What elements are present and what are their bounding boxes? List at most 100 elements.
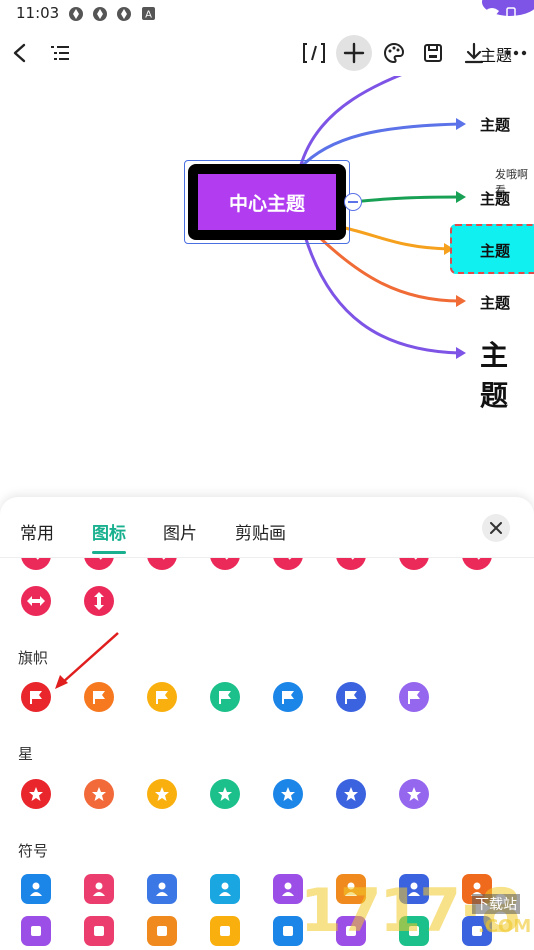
arrow-up-down-icon[interactable] — [84, 586, 114, 616]
a-badge-icon: A — [142, 7, 155, 20]
toolbar: 主题 — [0, 30, 534, 76]
topic-node[interactable]: 主题 — [480, 114, 510, 135]
watermark-tag: 下载站 — [472, 894, 520, 914]
star-icon[interactable] — [84, 779, 114, 809]
arrow-icon — [414, 558, 418, 560]
arrow-left-right-icon[interactable] — [21, 586, 51, 616]
flag-icon — [282, 691, 294, 704]
tab-common[interactable]: 常用 — [20, 519, 54, 544]
arrow-icon[interactable] — [84, 558, 114, 570]
arrow-icon[interactable] — [336, 558, 366, 570]
arrow-icon — [351, 558, 355, 560]
outline-button[interactable] — [42, 35, 78, 71]
star-icon — [155, 787, 169, 801]
annotation-arrow — [55, 632, 119, 689]
connector-lines — [298, 76, 466, 359]
symbol-glyph-icon — [31, 926, 41, 936]
flag-icon[interactable] — [21, 682, 51, 712]
star-icon[interactable] — [210, 779, 240, 809]
star-icon[interactable] — [21, 779, 51, 809]
star-icon[interactable] — [336, 779, 366, 809]
star-icon — [92, 787, 106, 801]
flag-icon[interactable] — [273, 682, 303, 712]
symbol-icon[interactable] — [21, 874, 51, 904]
arrow-icon[interactable] — [210, 558, 240, 570]
back-arrow-icon — [13, 43, 26, 63]
back-button[interactable] — [2, 35, 38, 71]
flag-icon — [345, 691, 357, 704]
tab-clipart[interactable]: 剪贴画 — [235, 519, 286, 544]
close-icon — [490, 522, 502, 534]
star-icon[interactable] — [399, 779, 429, 809]
style-button[interactable] — [376, 35, 412, 71]
symbol-icon[interactable] — [273, 916, 303, 946]
status-bar: 11:03 A — [0, 0, 534, 28]
add-topic-button[interactable] — [336, 35, 372, 71]
star-icon[interactable] — [273, 779, 303, 809]
arrow-icon — [99, 558, 103, 560]
flag-icon[interactable] — [147, 682, 177, 712]
person-icon — [93, 882, 105, 896]
star-icon — [281, 787, 295, 801]
symbol-icon[interactable] — [21, 916, 51, 946]
flag-icon[interactable] — [210, 682, 240, 712]
status-time: 11:03 — [16, 4, 60, 22]
wifi-icon — [485, 8, 499, 20]
arrow-icon[interactable] — [273, 558, 303, 570]
arrow-icon[interactable] — [462, 558, 492, 570]
plus-icon — [343, 42, 365, 64]
selected-topic-label: 主题 — [480, 242, 511, 260]
person-icon — [282, 882, 294, 896]
flag-icon[interactable] — [336, 682, 366, 712]
topic-node[interactable]: 主题 — [480, 188, 510, 209]
active-tab-indicator — [92, 551, 126, 554]
star-icon — [218, 787, 232, 801]
arrow-icon — [288, 558, 292, 560]
section-flag-label: 旗帜 — [18, 649, 49, 667]
arrow-icon[interactable] — [21, 558, 51, 570]
symbol-icon[interactable] — [84, 874, 114, 904]
watermark-suffix: .COM — [478, 916, 532, 937]
minus-icon — [348, 201, 358, 203]
arrow-icon — [36, 558, 40, 560]
symbol-icon[interactable] — [273, 874, 303, 904]
app-notification-icon — [93, 7, 107, 21]
topic-node-large[interactable]: 主题 — [480, 334, 534, 414]
section-star-label: 星 — [18, 745, 34, 763]
tab-icons[interactable]: 图标 — [92, 519, 126, 544]
symbol-icon[interactable] — [210, 874, 240, 904]
selected-topic-node[interactable]: 主题 — [450, 224, 534, 274]
symbol-icon[interactable] — [210, 916, 240, 946]
symbol-glyph-icon — [157, 926, 167, 936]
symbol-icon[interactable] — [84, 916, 114, 946]
flag-icon — [219, 691, 231, 704]
section-symbol-label: 符号 — [18, 842, 49, 860]
person-icon — [156, 882, 168, 896]
double-arrow-vertical-icon — [94, 592, 104, 610]
app-notification-icon — [69, 7, 83, 21]
topic-node[interactable]: 主题 — [480, 292, 510, 313]
central-topic[interactable]: 中心主题 — [188, 164, 346, 240]
tab-images[interactable]: 图片 — [163, 519, 197, 544]
watermark: 1717·8 .COM 下载站 — [300, 876, 534, 950]
arrow-icon — [225, 558, 229, 560]
symbol-glyph-icon — [220, 926, 230, 936]
arrow-icon[interactable] — [399, 558, 429, 570]
symbol-glyph-icon — [94, 926, 104, 936]
summary-bracket-icon — [303, 43, 325, 63]
star-icon[interactable] — [147, 779, 177, 809]
summary-button[interactable] — [296, 35, 332, 71]
symbol-icon[interactable] — [147, 916, 177, 946]
arrow-icon — [162, 558, 166, 560]
save-button[interactable] — [415, 35, 451, 71]
double-arrow-horizontal-icon — [27, 596, 45, 606]
mindmap-canvas[interactable]: 中心主题 主题 发哦啊看 主题 主题 主题 主题 — [0, 76, 534, 496]
flag-icon — [93, 691, 105, 704]
collapse-toggle[interactable] — [344, 193, 362, 211]
symbol-icon[interactable] — [147, 874, 177, 904]
arrow-icon[interactable] — [147, 558, 177, 570]
flag-icon — [30, 691, 42, 704]
close-panel-button[interactable] — [482, 514, 510, 542]
person-icon — [30, 882, 42, 896]
flag-icon[interactable] — [399, 682, 429, 712]
